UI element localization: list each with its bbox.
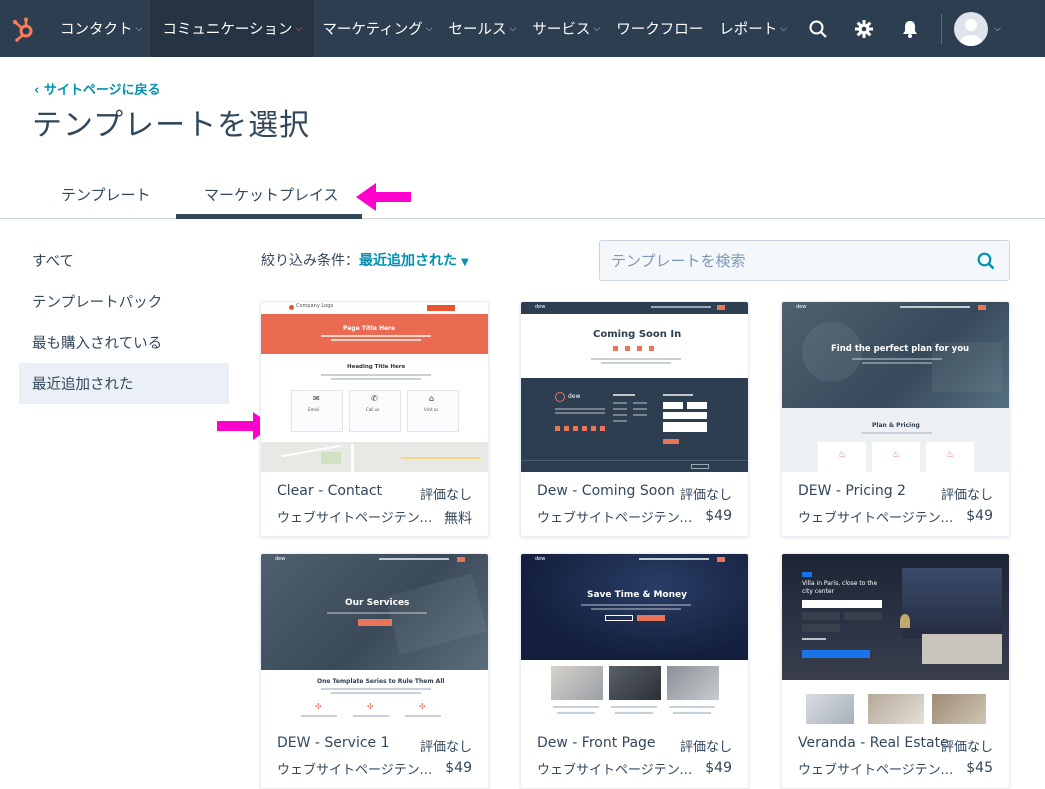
nav-marketing[interactable]: マーケティング ⌵ [314,0,440,57]
template-price: 無料 [444,511,472,527]
search-input[interactable]: テンプレートを検索 [611,250,746,271]
template-price: $49 [966,508,993,524]
nav-reports[interactable]: レポート ⌵ [711,0,795,57]
account-menu[interactable]: ⌵ [954,11,1001,46]
template-category: ウェブサイトページテンプ… [537,763,702,778]
template-rating: 評価なし [419,740,472,755]
thumb-heading-text: Heading Title Here [347,364,406,370]
thumb-hero-text: Find the perfect plan for you [831,344,970,354]
thumb-hero-text: Villa in Paris, close to the city center [802,580,878,595]
template-thumbnail: Villa in Paris, close to the city center [782,554,1009,724]
template-thumbnail: dew Find the perfect plan for you Plan &… [782,302,1009,472]
thumb-logo-text: Company Logo [296,303,334,309]
template-card-clear-contact[interactable]: Company Logo Page Title Here Heading Tit… [260,301,489,537]
caret-down-icon: ▼ [461,257,469,268]
nav-sales[interactable]: セールス ⌵ [441,0,525,57]
thumb-hero-text: Save Time & Money [587,590,687,600]
template-card-dew-service-1[interactable]: dew Our Services One Template Series to … [260,553,489,789]
nav-workflow[interactable]: ワークフロー [608,0,711,57]
template-name: Veranda - Real Estate [798,735,949,751]
chevron-down-icon: ⌵ [593,23,601,34]
nav-divider [941,13,943,44]
top-navigation-bar: コンタクト ⌵ コミュニケーション ⌵ マーケティング ⌵ セールス ⌵ サービス ⌵ ワ… [0,0,1045,57]
chevron-down-icon: ⌵ [780,23,788,34]
filter-value: 最近追加された [359,253,457,269]
thumb-heading-text: Coming Soon In [593,329,682,340]
nav-contacts[interactable]: コンタクト ⌵ [46,0,150,57]
template-rating: 評価なし [940,740,993,755]
active-tab-indicator [176,214,362,219]
sidebar-item-template-packs[interactable]: テンプレートパック [32,291,162,312]
template-thumbnail: dew Coming Soon In dew [521,302,748,472]
search-icon[interactable] [977,252,995,274]
template-price: $49 [445,760,472,776]
annotation-arrow-left-icon [356,183,411,211]
sidebar-item-all[interactable]: すべて [32,250,74,271]
tab-bar: テンプレート マーケットプレイス [0,170,1045,219]
template-name: DEW - Pricing 2 [798,483,906,499]
template-category: ウェブサイトページテンプ… [798,763,963,778]
template-rating: 評価なし [940,488,993,503]
template-card-dew-coming-soon[interactable]: dew Coming Soon In dew Dew - Coming Soon [520,301,749,537]
template-category: ウェブサイトページテンプ… [277,763,442,778]
sidebar-item-most-purchased[interactable]: 最も購入されている [32,332,162,353]
template-card-veranda-real-estate[interactable]: Villa in Paris, close to the city center… [781,553,1010,789]
chevron-down-icon: ⌵ [135,23,143,34]
hubspot-logo-icon[interactable] [0,0,46,57]
search-icon[interactable] [795,0,841,57]
template-price: $49 [705,508,732,524]
thumb-hero-text: Page Title Here [343,325,396,332]
tab-marketplace[interactable]: マーケットプレイス [204,184,339,205]
template-rating: 評価なし [679,740,732,755]
template-search-box[interactable]: テンプレートを検索 [599,240,1010,281]
template-category: ウェブサイトページテンプ… [798,511,963,526]
template-thumbnail: dew Our Services One Template Series to … [261,554,488,724]
thumb-hero-text: Our Services [345,598,410,608]
template-card-dew-front-page[interactable]: dew Save Time & Money Dew - Front Page 評… [520,553,749,789]
nav-service[interactable]: サービス ⌵ [524,0,608,57]
chevron-down-icon: ⌵ [509,23,517,34]
template-name: Dew - Front Page [537,735,656,751]
template-name: Clear - Contact [277,483,383,499]
template-category: ウェブサイトページテンプ… [537,511,702,526]
avatar [954,11,989,46]
template-rating: 評価なし [419,488,472,503]
filter-label: 絞り込み条件： [261,253,359,269]
template-card-dew-pricing-2[interactable]: dew Find the perfect plan for you Plan &… [781,301,1010,537]
template-rating: 評価なし [679,488,732,503]
template-price: $45 [966,760,993,776]
thumb-heading-text: Plan & Pricing [872,422,920,429]
tab-templates[interactable]: テンプレート [61,184,151,205]
bell-icon[interactable] [887,0,933,57]
thumb-heading-text: One Template Series to Rule Them All [317,678,445,685]
chevron-down-icon: ⌵ [425,23,433,34]
template-thumbnail: Company Logo Page Title Here Heading Tit… [261,302,488,472]
sidebar-item-recently-added[interactable]: 最近追加された [32,373,134,394]
chevron-down-icon: ⌵ [994,23,1001,34]
template-name: DEW - Service 1 [277,735,390,751]
chevron-down-icon: ⌵ [295,23,303,34]
template-thumbnail: dew Save Time & Money [521,554,748,724]
nav-communication[interactable]: コミュニケーション ⌵ [150,0,315,57]
template-name: Dew - Coming Soon [537,483,675,499]
gear-icon[interactable] [841,0,887,57]
template-price: $49 [705,760,732,776]
filter-dropdown[interactable]: 絞り込み条件：最近追加された ▼ [261,250,469,270]
template-category: ウェブサイトページテンプ… [277,511,442,526]
back-to-site-pages-link[interactable]: ‹ サイトページに戻る [34,79,161,98]
page-title: テンプレートを選択 [32,108,311,143]
